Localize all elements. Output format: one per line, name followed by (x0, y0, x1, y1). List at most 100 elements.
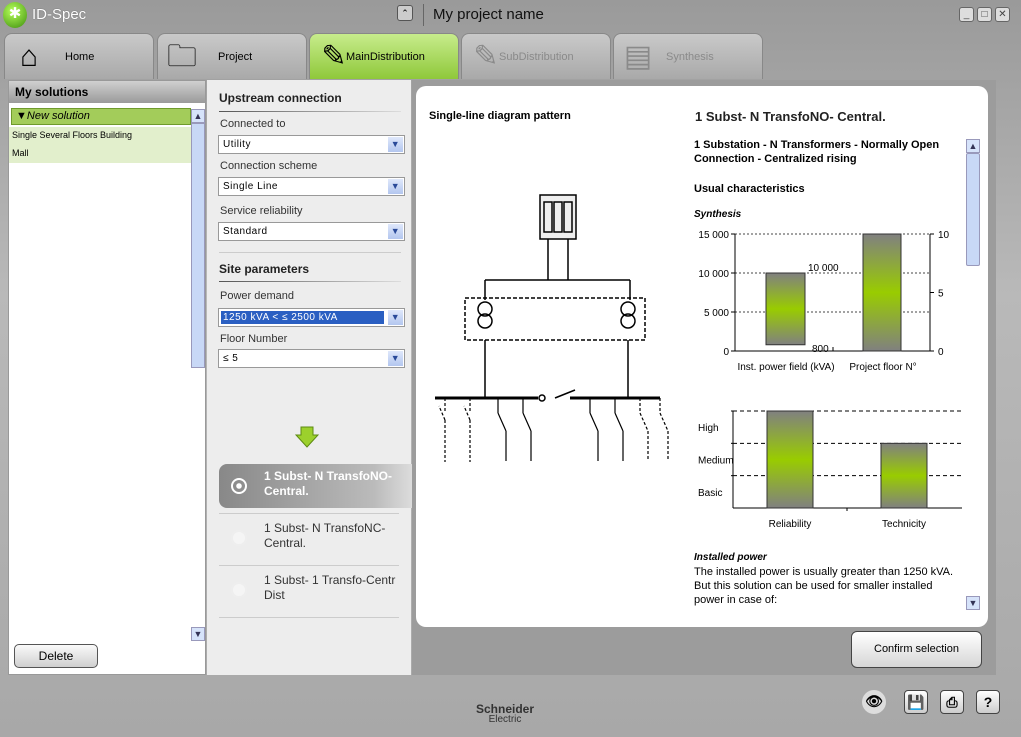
option-label: 1 Subst- 1 Transfo-Centr Dist (264, 573, 396, 602)
solution-option[interactable]: 1 Subst- N TransfoNO-Central. (219, 464, 413, 508)
installed-power-text: The installed power is usually greater t… (694, 566, 954, 606)
print-icon[interactable]: ⎙ (940, 690, 964, 714)
bar-inst-power (765, 272, 806, 346)
chevron-down-icon: ▼ (388, 179, 403, 194)
list-item[interactable]: Mall (9, 145, 191, 163)
option-label: 1 Subst- N TransfoNO-Central. (264, 469, 393, 498)
collapse-button[interactable]: ⌃ (397, 5, 413, 21)
minimize-button[interactable]: _ (959, 7, 974, 22)
y-level-label: Medium (698, 456, 734, 467)
connected-to-select[interactable]: Utility ▼ (218, 135, 405, 154)
close-button[interactable]: ✕ (995, 7, 1010, 22)
field-label: Connection scheme (220, 160, 318, 172)
x-tick-label: Project floor N° (849, 362, 916, 373)
app-logo-icon: ✱ (3, 2, 27, 28)
tab-synthesis[interactable]: ▤ Synthesis (613, 33, 763, 79)
folder-icon: 🗀 (167, 40, 197, 73)
scroll-up-button[interactable]: ▲ (966, 139, 980, 153)
y-level-label: High (698, 423, 719, 434)
maximize-button[interactable]: □ (977, 7, 992, 22)
radio-icon[interactable] (231, 582, 247, 598)
tab-maindistribution[interactable]: ✎ MainDistribution (309, 33, 459, 79)
confirm-selection-button[interactable]: Confirm selection (851, 631, 982, 668)
divider (219, 281, 401, 282)
solutions-panel: My solutions ▼New solution Single Severa… (8, 80, 206, 675)
chevron-down-icon: ▼ (388, 137, 403, 152)
synthesis-chart: 0 5 000 10 000 15 000 0 5 10 10 000 800 Inst. pow… (698, 230, 950, 373)
save-icon[interactable]: 💾 (904, 690, 928, 714)
new-solution-group[interactable]: ▼New solution (11, 108, 191, 125)
solution-subtitle: 1 Substation - N Transformers - Normally… (694, 139, 940, 165)
app-title: ID-Spec (32, 6, 87, 23)
bar-technicity (880, 442, 928, 509)
notebook-icon: ▤ (623, 40, 653, 73)
divider (219, 252, 401, 253)
solution-option[interactable]: 1 Subst- 1 Transfo-Centr Dist (219, 568, 413, 612)
divider (219, 513, 399, 514)
connection-scheme-select[interactable]: Single Line ▼ (218, 177, 405, 196)
y2-tick-label: 10 (938, 230, 950, 241)
service-reliability-select[interactable]: Standard ▼ (218, 222, 405, 241)
radio-icon[interactable] (231, 530, 247, 546)
power-demand-select[interactable]: 1250 kVA < ≤ 2500 kVA ▼ (218, 308, 405, 327)
diagram-title: Single-line diagram pattern (429, 110, 571, 122)
y-level-label: Basic (698, 488, 722, 499)
synthesis-heading: Synthesis (694, 209, 742, 220)
usual-characteristics: Usual characteristics (694, 183, 805, 195)
y-tick-label: 10 000 (698, 269, 729, 280)
y2-tick-label: 5 (938, 289, 944, 300)
floor-number-select[interactable]: ≤ 5 ▼ (218, 349, 405, 368)
solutions-title: My solutions (9, 81, 205, 103)
field-label: Power demand (220, 290, 294, 302)
solution-title: 1 Subst- N TransfoNO- Central. (695, 109, 886, 124)
scroll-up-button[interactable]: ▲ (191, 109, 205, 123)
radio-icon[interactable] (231, 478, 247, 494)
data-label: 10 000 (808, 263, 839, 274)
bar-reliability (766, 410, 814, 509)
tab-project[interactable]: 🗀 Project (157, 33, 307, 79)
chevron-down-icon: ▼ (388, 351, 403, 366)
site-title: Site parameters (219, 262, 310, 276)
y-tick-label: 5 000 (704, 308, 729, 319)
x-tick-label: Technicity (882, 519, 926, 530)
scroll-down-button[interactable]: ▼ (191, 627, 205, 641)
home-icon: ⌂ (19, 40, 39, 73)
tab-subdistribution[interactable]: ✎ SubDistribution (461, 33, 611, 79)
divider (219, 617, 399, 618)
criteria-panel: Upstream connection Connected to Utility… (207, 80, 413, 675)
x-tick-label: Reliability (769, 519, 812, 530)
bar-project-floor (862, 233, 902, 352)
select-value: 1250 kVA < ≤ 2500 kVA (221, 311, 384, 324)
help-icon[interactable]: ? (976, 690, 1000, 714)
scrollbar-thumb[interactable] (966, 153, 980, 266)
field-label: Floor Number (220, 333, 288, 345)
x-tick-label: Inst. power field (kVA) (737, 362, 834, 373)
select-value: ≤ 5 (223, 353, 239, 364)
solution-option[interactable]: 1 Subst- N TransfoNC-Central. (219, 516, 413, 560)
chevron-down-icon: ▼ (388, 310, 403, 325)
title-bar: ✱ ID-Spec ⌃ My project name _ □ ✕ (0, 0, 1021, 32)
eye-icon[interactable]: 👁 (862, 690, 886, 714)
y-tick-label: 15 000 (698, 230, 729, 241)
select-value: Single Line (223, 181, 278, 192)
field-label: Connected to (220, 118, 286, 130)
scroll-down-button[interactable]: ▼ (966, 596, 980, 610)
schneider-logo: Schneider Electric (460, 702, 550, 725)
delete-button[interactable]: Delete (14, 644, 98, 668)
chevron-down-icon: ▼ (388, 224, 403, 239)
select-value: Standard (223, 226, 268, 237)
tab-home[interactable]: ⌂ Home (4, 33, 154, 79)
divider (219, 111, 401, 112)
upstream-title: Upstream connection (219, 91, 342, 105)
field-label: Service reliability (220, 205, 303, 217)
y-tick-label: 0 (723, 347, 729, 358)
installed-power-heading: Installed power (694, 552, 767, 563)
divider (423, 4, 424, 26)
project-name: My project name (433, 6, 544, 23)
scrollbar-thumb[interactable] (191, 123, 205, 368)
y2-tick-label: 0 (938, 347, 944, 358)
select-value: Utility (223, 139, 251, 150)
data-label: 800 (812, 344, 829, 355)
option-label: 1 Subst- N TransfoNC-Central. (264, 521, 386, 550)
list-item[interactable]: Single Several Floors Building (9, 127, 191, 145)
